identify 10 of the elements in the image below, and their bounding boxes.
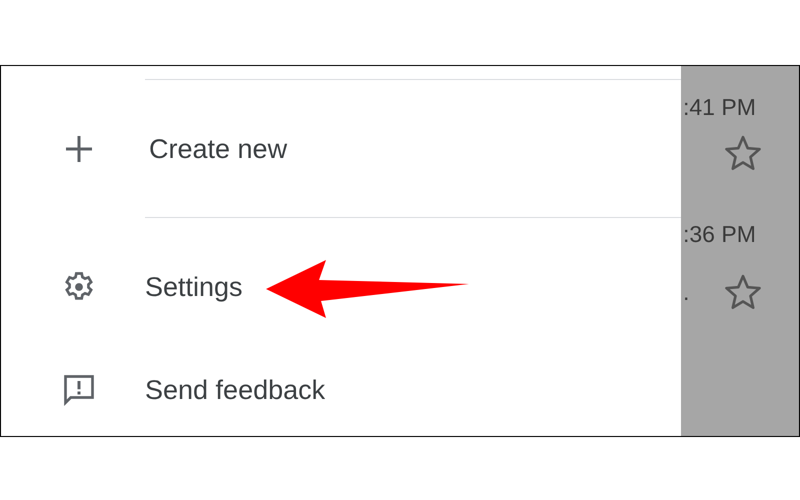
email-time: :41 PM	[682, 94, 757, 121]
star-icon[interactable]	[723, 272, 763, 312]
star-icon[interactable]	[723, 133, 763, 173]
menu-item[interactable]: Settings	[145, 272, 243, 302]
menu-item[interactable]: Create new	[149, 134, 288, 164]
menu-item[interactable]: Send feedback	[145, 374, 326, 406]
plus-icon	[65, 135, 93, 163]
feedback-icon	[61, 372, 97, 408]
email-snippet: .	[682, 278, 690, 306]
email-time: :36 PM	[682, 221, 757, 248]
